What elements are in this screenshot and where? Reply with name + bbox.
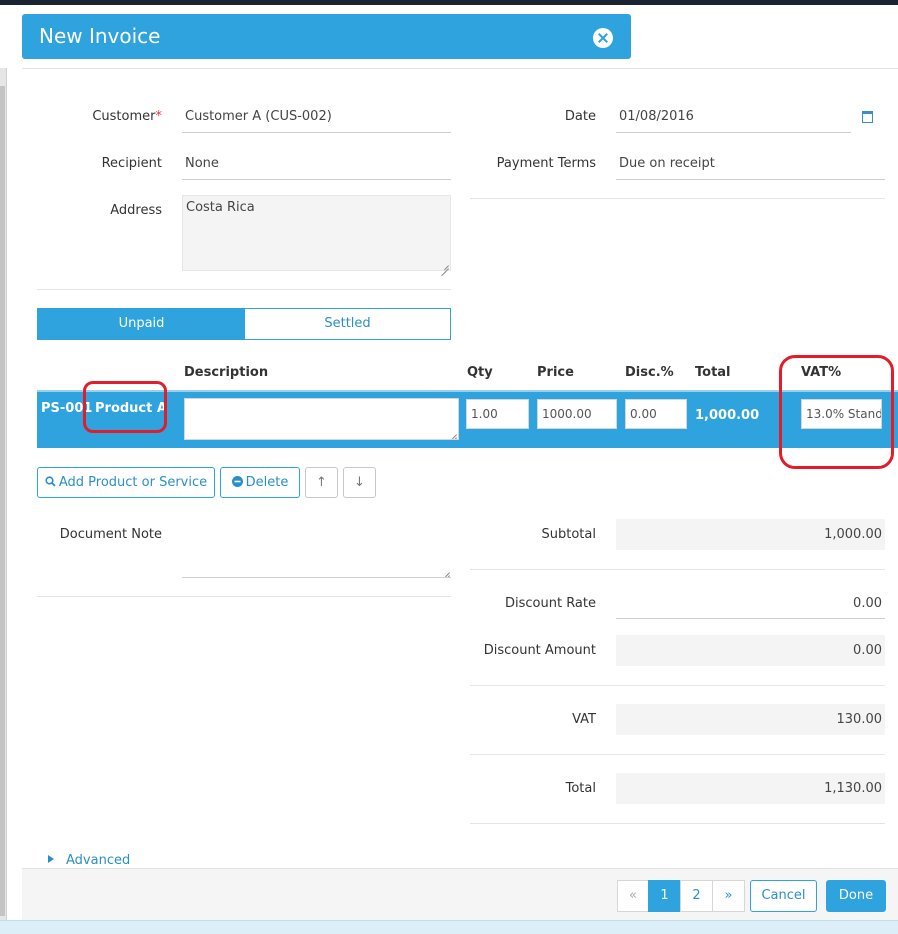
divider <box>37 596 451 597</box>
add-product-label: Add Product or Service <box>58 475 208 490</box>
subtotal-value: 1,000.00 <box>616 519 885 550</box>
vat-label: VAT <box>572 712 596 727</box>
address-label: Address <box>110 203 162 218</box>
subtotal-label: Subtotal <box>541 527 596 542</box>
close-icon[interactable] <box>593 28 613 48</box>
col-description-header: Description <box>184 365 269 380</box>
qty-input[interactable]: 1.00 <box>466 399 529 429</box>
minus-circle-icon <box>231 476 243 487</box>
modal-header: New Invoice <box>22 14 631 59</box>
vat-value: 130.00 <box>616 704 885 735</box>
tab-unpaid[interactable]: Unpaid <box>38 309 245 339</box>
bottom-status-strip <box>0 920 898 934</box>
pagination-prev[interactable]: « <box>617 880 649 912</box>
delete-button[interactable]: Delete <box>220 467 300 498</box>
divider <box>470 198 885 199</box>
pagination-page-2[interactable]: 2 <box>680 880 713 912</box>
discount-rate-input[interactable]: 0.00 <box>616 588 885 619</box>
divider <box>470 685 885 686</box>
advanced-label: Advanced <box>66 853 131 868</box>
divider <box>37 289 451 290</box>
col-price-header: Price <box>537 365 574 380</box>
arrow-down-icon: ↓ <box>354 475 365 490</box>
scrollbar-thumb[interactable] <box>0 86 5 916</box>
advanced-toggle[interactable]: Advanced <box>48 853 130 868</box>
divider <box>470 823 885 824</box>
move-down-button[interactable]: ↓ <box>343 467 376 498</box>
caret-right-icon <box>48 855 54 863</box>
total-label: Total <box>565 781 596 796</box>
done-button[interactable]: Done <box>826 880 886 912</box>
payment-terms-select[interactable]: Due on receipt <box>616 149 885 180</box>
search-icon <box>45 476 56 487</box>
tab-settled[interactable]: Settled <box>245 309 450 339</box>
add-product-button[interactable]: Add Product or Service <box>37 467 215 498</box>
discount-amount-label: Discount Amount <box>483 643 596 658</box>
price-input[interactable]: 1000.00 <box>537 399 617 429</box>
payment-terms-label: Payment Terms <box>496 156 596 171</box>
document-note-label: Document Note <box>59 527 162 542</box>
customer-label: Customer* <box>92 109 162 124</box>
total-value: 1,130.00 <box>616 773 885 804</box>
recipient-label: Recipient <box>101 156 162 171</box>
resize-handle-icon[interactable] <box>442 568 450 576</box>
col-disc-header: Disc.% <box>625 365 674 380</box>
col-total-header: Total <box>695 365 731 380</box>
move-up-button[interactable]: ↑ <box>305 467 338 498</box>
delete-label: Delete <box>245 475 289 490</box>
divider <box>470 569 885 570</box>
pagination-page-1[interactable]: 1 <box>648 880 681 912</box>
page-scrollbar[interactable] <box>0 68 7 920</box>
calendar-icon[interactable] <box>862 111 873 123</box>
window-top-strip <box>0 0 898 5</box>
pagination-next[interactable]: » <box>712 880 745 912</box>
col-qty-header: Qty <box>467 365 493 380</box>
modal-title: New Invoice <box>39 24 161 48</box>
annotation-circle-product <box>83 381 167 433</box>
discount-input[interactable]: 0.00 <box>625 399 687 429</box>
cancel-button[interactable]: Cancel <box>750 880 817 912</box>
discount-amount-value: 0.00 <box>616 635 885 666</box>
address-textarea[interactable]: Costa Rica <box>182 195 451 271</box>
resize-handle-icon[interactable] <box>449 430 457 438</box>
annotation-circle-vat <box>779 355 894 469</box>
divider <box>470 754 885 755</box>
date-label: Date <box>564 109 596 124</box>
status-tabs: Unpaid Settled <box>37 308 451 340</box>
document-note-textarea[interactable] <box>182 520 451 578</box>
resize-handle-icon[interactable] <box>441 261 449 269</box>
customer-select[interactable]: Customer A (CUS-002) <box>182 102 451 133</box>
arrow-up-icon: ↑ <box>316 475 327 490</box>
recipient-select[interactable]: None <box>182 149 451 180</box>
item-total: 1,000.00 <box>695 408 760 423</box>
date-input[interactable]: 01/08/2016 <box>616 102 851 133</box>
discount-rate-label: Discount Rate <box>504 596 596 611</box>
address-value: Costa Rica <box>186 200 255 215</box>
description-input[interactable] <box>184 398 459 440</box>
